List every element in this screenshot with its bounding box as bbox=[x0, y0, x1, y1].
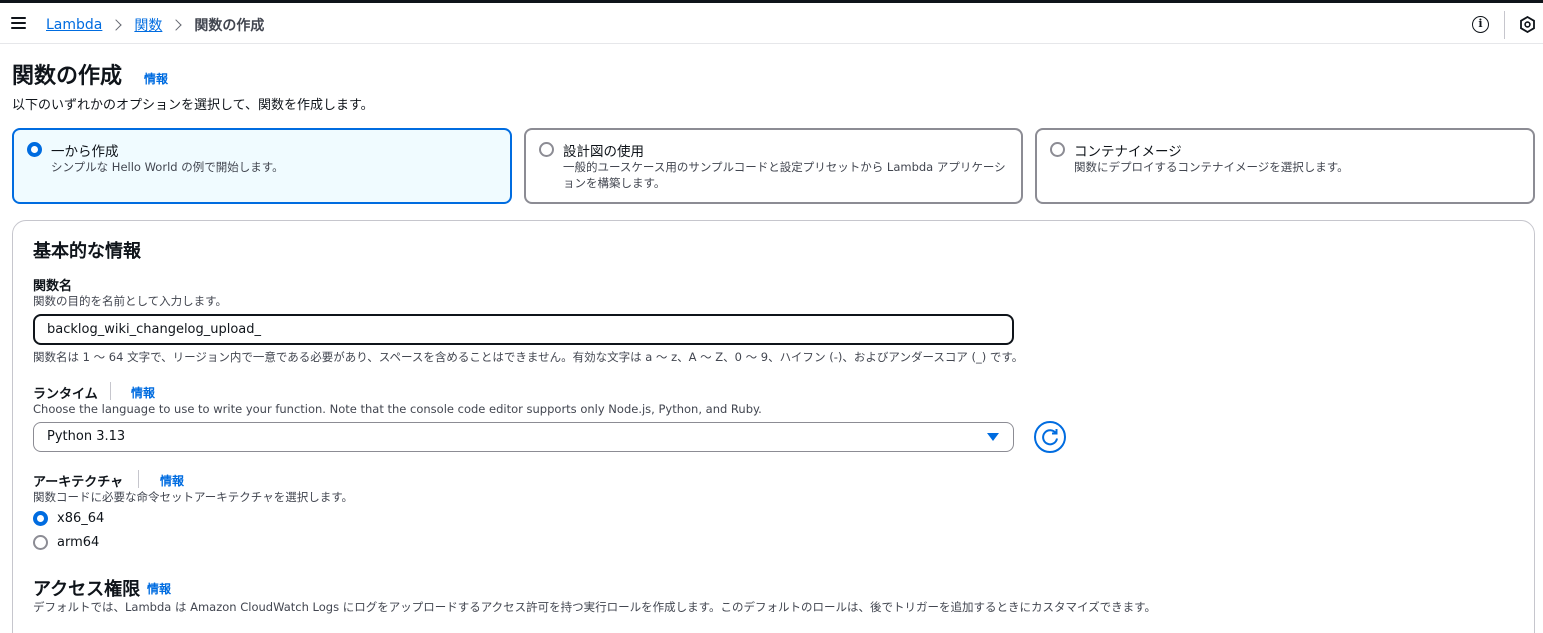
option-title: コンテナイメージ bbox=[1074, 144, 1182, 160]
runtime-label: ランタイム bbox=[33, 387, 98, 402]
architecture-description: 関数コードに必要な命令セットアーキテクチャを選択します。 bbox=[33, 490, 354, 504]
architecture-info-link[interactable]: 情報 bbox=[160, 472, 184, 489]
function-name-constraint: 関数名は 1 〜 64 文字で、リージョン内で一意である必要があり、スペースを含… bbox=[33, 350, 1024, 364]
page-description: 以下のいずれかのオプションを選択して、関数を作成します。 bbox=[12, 98, 374, 113]
option-author-from-scratch[interactable]: 一から作成 シンプルな Hello World の例で開始します。 bbox=[12, 128, 512, 204]
function-name-input[interactable]: backlog_wiki_changelog_upload_ bbox=[33, 314, 1014, 345]
permissions-title: アクセス権限 bbox=[33, 579, 141, 600]
basic-info-title: 基本的な情報 bbox=[33, 241, 141, 262]
hexagon-icon[interactable] bbox=[1519, 16, 1536, 33]
page-title: 関数の作成 bbox=[12, 64, 123, 89]
page-info-link[interactable]: 情報 bbox=[144, 70, 168, 87]
runtime-description: Choose the language to use to write your… bbox=[33, 402, 762, 416]
radio-arm64[interactable] bbox=[33, 535, 48, 550]
chevron-right-icon bbox=[110, 19, 123, 31]
function-name-label: 関数名 bbox=[33, 279, 73, 294]
runtime-info-link[interactable]: 情報 bbox=[131, 384, 155, 401]
breadcrumb-functions[interactable]: 関数 bbox=[134, 15, 162, 35]
option-container-image[interactable]: コンテナイメージ 関数にデプロイするコンテナイメージを選択します。 bbox=[1035, 128, 1535, 204]
permissions-description: デフォルトでは、Lambda は Amazon CloudWatch Logs … bbox=[33, 600, 1157, 614]
top-navigation-bar: Lambda 関数 関数の作成 i bbox=[0, 3, 1543, 44]
refresh-runtime-button[interactable] bbox=[1034, 421, 1066, 453]
runtime-select[interactable]: Python 3.13 bbox=[33, 422, 1014, 452]
hamburger-icon[interactable] bbox=[11, 17, 26, 29]
option-description: 関数にデプロイするコンテナイメージを選択します。 bbox=[1074, 160, 1349, 174]
runtime-selected-value: Python 3.13 bbox=[47, 429, 126, 444]
label-divider bbox=[110, 382, 111, 400]
option-title: 一から作成 bbox=[51, 144, 119, 160]
function-name-description: 関数の目的を名前として入力します。 bbox=[33, 294, 228, 308]
architecture-option-label: arm64 bbox=[57, 535, 100, 550]
breadcrumb-current: 関数の作成 bbox=[194, 18, 265, 34]
option-title: 設計図の使用 bbox=[563, 144, 644, 160]
chevron-right-icon bbox=[170, 19, 183, 31]
info-icon[interactable]: i bbox=[1472, 16, 1489, 33]
architecture-option-label: x86_64 bbox=[57, 511, 105, 526]
architecture-option-x86[interactable]: x86_64 bbox=[33, 511, 104, 526]
label-divider bbox=[138, 470, 139, 488]
header-divider bbox=[1504, 11, 1505, 39]
architecture-label: アーキテクチャ bbox=[33, 475, 124, 490]
radio-x86-64[interactable] bbox=[33, 511, 48, 526]
option-description: シンプルな Hello World の例で開始します。 bbox=[51, 160, 284, 174]
breadcrumb-lambda[interactable]: Lambda bbox=[46, 17, 102, 33]
breadcrumb: Lambda 関数 関数の作成 bbox=[46, 15, 264, 35]
permissions-info-link[interactable]: 情報 bbox=[147, 580, 171, 597]
radio-author-from-scratch[interactable] bbox=[27, 142, 42, 157]
refresh-icon bbox=[1042, 429, 1058, 446]
architecture-option-arm64[interactable]: arm64 bbox=[33, 535, 99, 550]
radio-use-blueprint[interactable] bbox=[539, 142, 554, 157]
caret-down-icon bbox=[987, 433, 999, 441]
option-use-blueprint[interactable]: 設計図の使用 一般的ユースケース用のサンプルコードと設定プリセットから Lamb… bbox=[524, 128, 1023, 204]
radio-container-image[interactable] bbox=[1050, 142, 1065, 157]
option-description: 一般的ユースケース用のサンプルコードと設定プリセットから Lambda アプリケ… bbox=[563, 160, 1006, 190]
